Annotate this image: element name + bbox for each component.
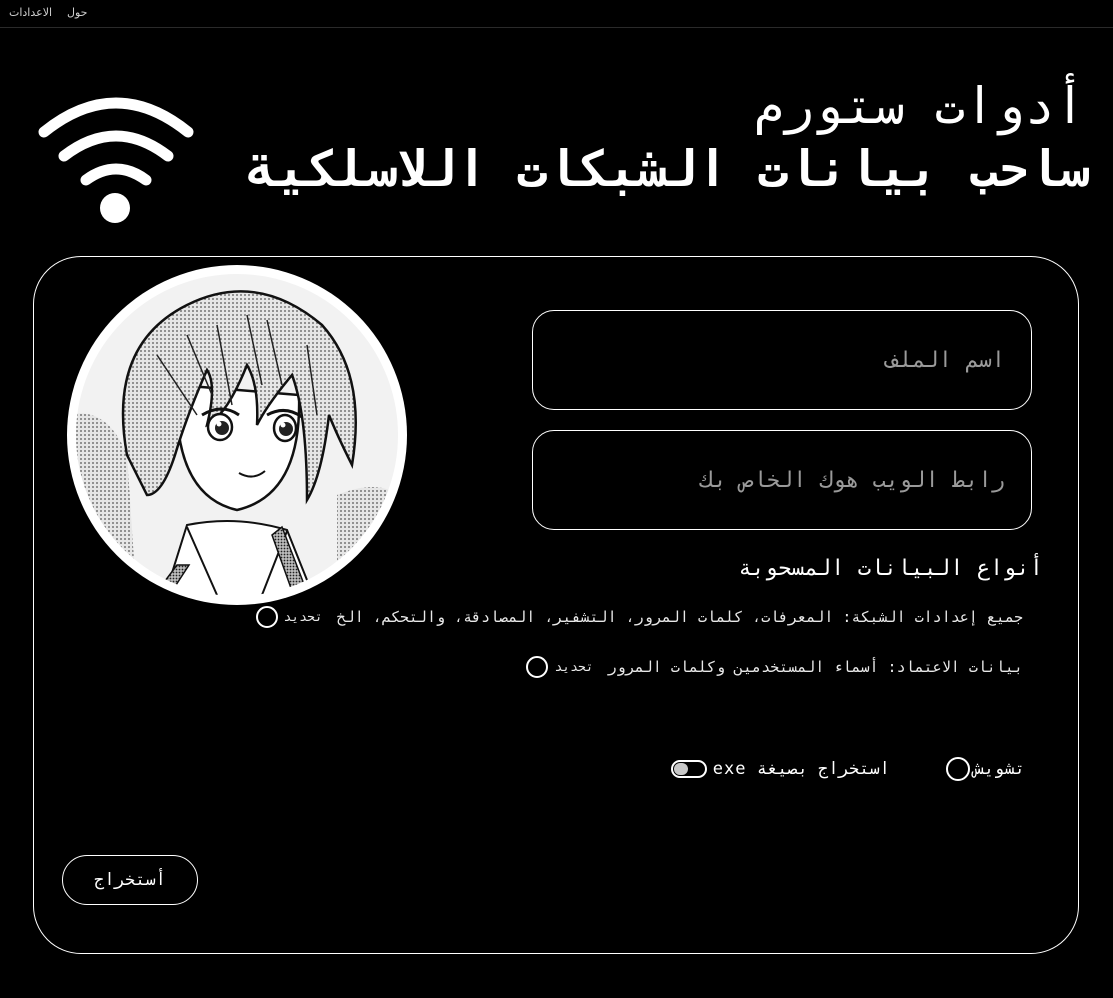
option-label: بيانات الاعتماد: أسماء المستخدمين وكلمات… <box>607 658 1023 676</box>
option-select-label: تحديد <box>554 659 594 675</box>
option-label: جميع إعدادات الشبكة: المعرفات، كلمات الم… <box>336 608 1023 626</box>
exe-toggle[interactable] <box>670 760 707 778</box>
exe-label: استخراج بصيغة exe <box>712 759 890 779</box>
filename-input[interactable] <box>533 311 1031 409</box>
credentials-radio[interactable] <box>526 656 549 678</box>
wifi-icon <box>38 96 194 226</box>
filename-field[interactable] <box>532 310 1032 410</box>
menu-item-settings[interactable]: الاعدادات <box>9 6 52 19</box>
app-title: ساحب بيانات الشبكات اللاسلكية <box>246 140 1089 198</box>
avatar <box>67 265 407 605</box>
menu-bar: الاعدادات حول <box>0 0 1113 28</box>
menu-item-about[interactable]: حول <box>67 6 87 19</box>
option-credentials: بيانات الاعتماد: أسماء المستخدمين وكلمات… <box>526 656 1023 678</box>
build-options: تشويش استخراج بصيغة exe <box>670 757 1025 781</box>
webhook-input[interactable] <box>533 431 1031 529</box>
obfuscate-label: تشويش <box>973 759 1025 779</box>
option-network-settings: جميع إعدادات الشبكة: المعرفات، كلمات الم… <box>255 606 1023 628</box>
obfuscate-radio[interactable] <box>945 757 970 781</box>
toggle-knob <box>673 763 688 775</box>
app-subtitle: أدوات ستورم <box>753 77 1085 135</box>
webhook-field[interactable] <box>532 430 1032 530</box>
option-select-label: تحديد <box>283 609 323 625</box>
data-types-title: أنواع البيانات المسحوبة <box>738 556 1043 581</box>
extract-button[interactable]: أستخراج <box>62 855 198 905</box>
network-settings-radio[interactable] <box>255 606 278 628</box>
